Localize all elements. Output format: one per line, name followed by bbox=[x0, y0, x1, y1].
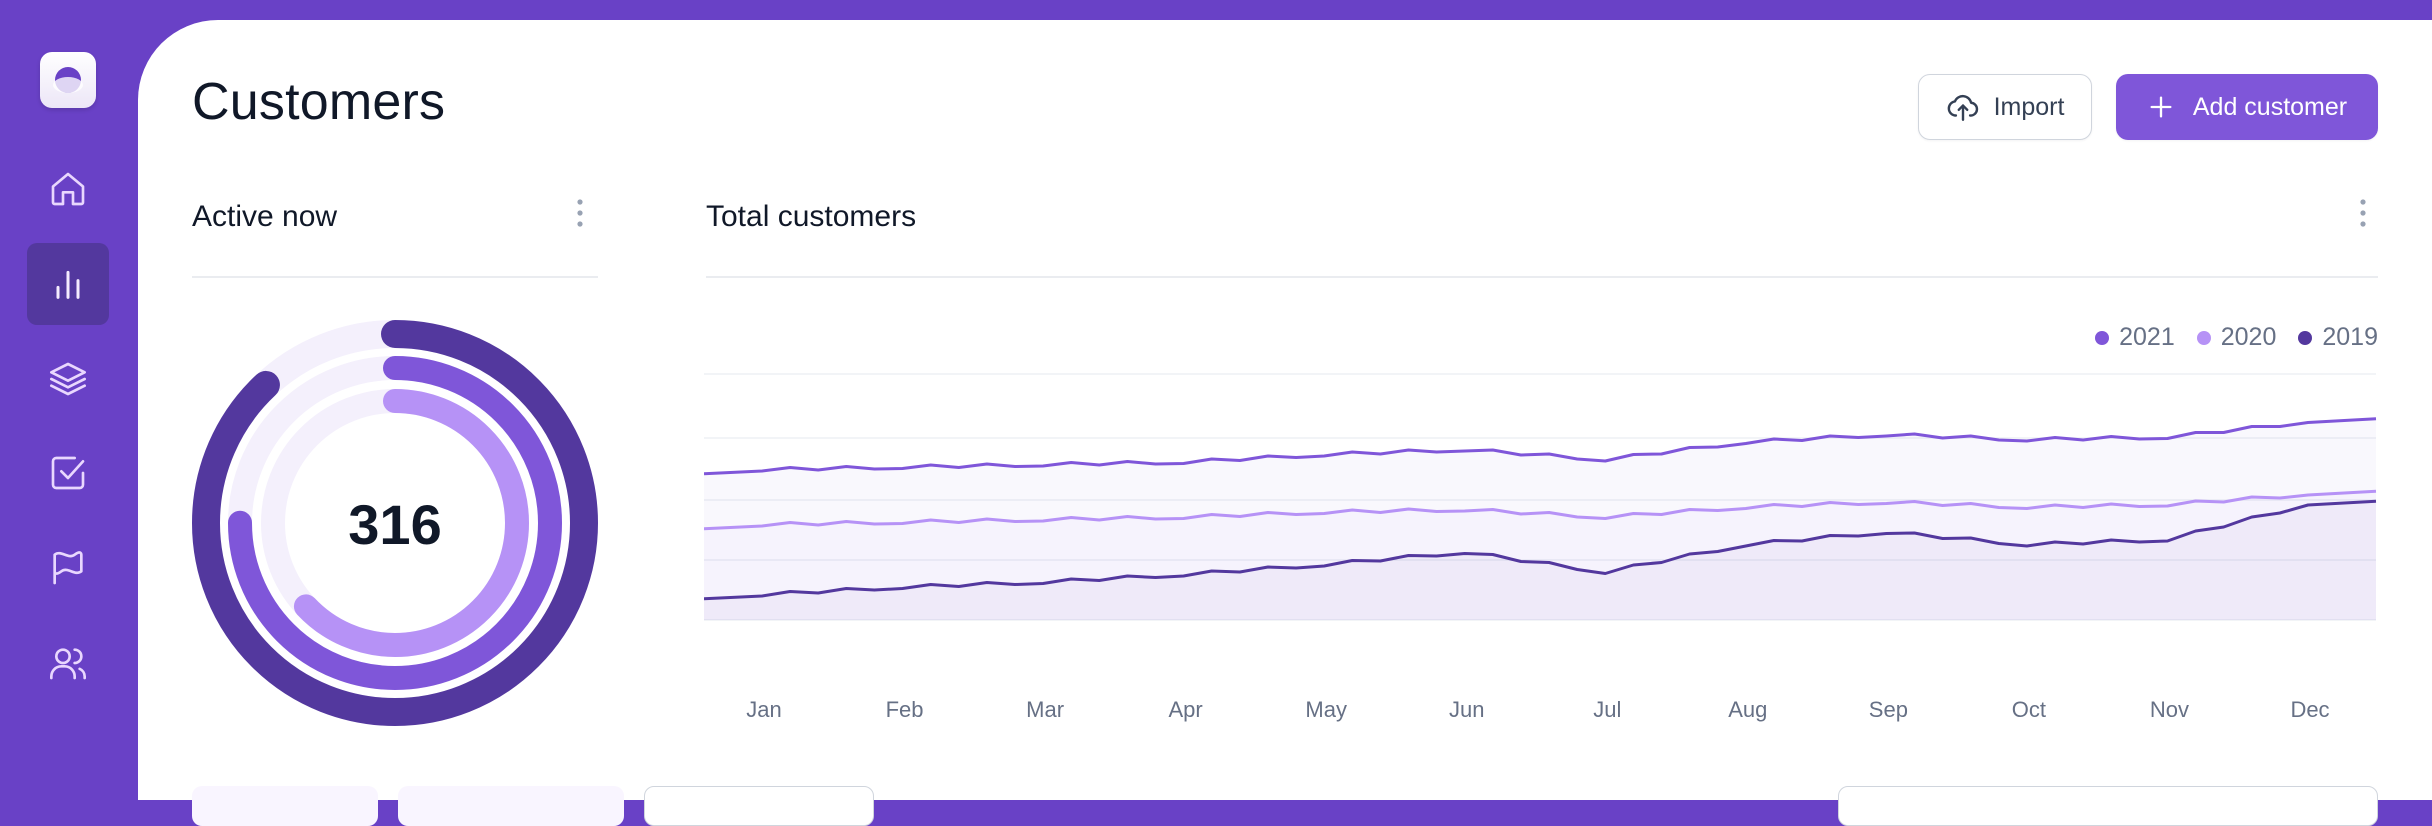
home-icon bbox=[51, 172, 85, 206]
bar-chart-icon bbox=[56, 270, 80, 299]
logo[interactable] bbox=[40, 52, 96, 108]
page-title: Customers bbox=[192, 73, 446, 131]
active-now-title: Active now bbox=[192, 200, 338, 233]
sidebar bbox=[0, 0, 138, 800]
check-square-icon bbox=[51, 456, 85, 490]
filter-chip[interactable] bbox=[398, 786, 624, 826]
x-axis-label: Dec bbox=[2290, 697, 2330, 722]
import-button[interactable]: Import bbox=[1918, 74, 2092, 140]
total-customers-more-icon[interactable] bbox=[2358, 198, 2368, 228]
main-content: Customers Import Add customer Active now… bbox=[138, 20, 2432, 826]
search-input[interactable] bbox=[1838, 786, 2378, 826]
x-axis-label: Apr bbox=[1168, 697, 1203, 722]
sidebar-item-home[interactable] bbox=[27, 148, 109, 230]
sidebar-item-users[interactable] bbox=[27, 622, 109, 704]
filter-button[interactable] bbox=[644, 786, 874, 826]
users-icon bbox=[50, 648, 86, 680]
filter-chip[interactable] bbox=[192, 786, 378, 826]
active-now-divider bbox=[192, 276, 598, 278]
x-axis-label: Sep bbox=[1868, 697, 1908, 722]
total-customers-title: Total customers bbox=[706, 200, 917, 233]
x-axis-label: Mar bbox=[1026, 697, 1065, 722]
total-customers-line-chart bbox=[704, 373, 2377, 621]
x-axis-label: Jun bbox=[1448, 697, 1485, 722]
import-button-label: Import bbox=[1993, 92, 2065, 121]
sidebar-item-layers[interactable] bbox=[27, 338, 109, 420]
sidebar-item-analytics[interactable] bbox=[27, 243, 109, 325]
x-axis-label: Aug bbox=[1728, 697, 1768, 722]
x-axis-label: Jan bbox=[746, 697, 782, 722]
total-customers-divider bbox=[706, 276, 2378, 278]
x-axis-label: Oct bbox=[2011, 697, 2047, 722]
sidebar-item-reports[interactable] bbox=[27, 527, 109, 609]
x-axis-label: Jul bbox=[1593, 697, 1622, 722]
sidebar-item-tasks[interactable] bbox=[27, 432, 109, 514]
layers-icon bbox=[50, 362, 86, 396]
add-customer-button[interactable]: Add customer bbox=[2116, 74, 2378, 140]
upload-cloud-icon bbox=[1947, 94, 1978, 121]
x-axis-label: Nov bbox=[2149, 697, 2190, 722]
top-bar bbox=[0, 0, 2432, 20]
active-now-value: 316 bbox=[348, 493, 442, 556]
x-axis-label: May bbox=[1305, 697, 1347, 722]
logo-icon bbox=[53, 67, 83, 93]
x-axis-label: Feb bbox=[885, 697, 924, 722]
active-now-more-icon[interactable] bbox=[575, 198, 585, 228]
add-customer-button-label: Add customer bbox=[2192, 92, 2348, 121]
flag-icon bbox=[53, 551, 83, 585]
plus-icon bbox=[2150, 96, 2172, 118]
